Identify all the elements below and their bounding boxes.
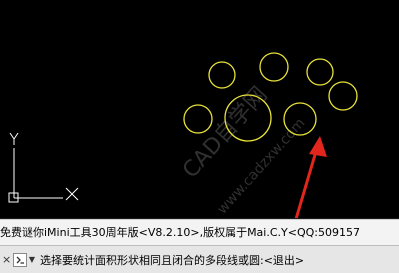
drawing-viewport[interactable]: CAD自学网 www.cadzxw.com bbox=[0, 0, 399, 218]
circle-5[interactable] bbox=[183, 104, 213, 134]
circle-3[interactable] bbox=[306, 58, 334, 86]
circle-4[interactable] bbox=[328, 81, 358, 111]
chevron-down-icon[interactable]: ▼ bbox=[28, 253, 36, 267]
circle-2[interactable] bbox=[259, 52, 289, 82]
circle-1[interactable] bbox=[208, 61, 236, 89]
command-prompt-icon[interactable] bbox=[13, 252, 27, 267]
close-icon[interactable]: × bbox=[2, 252, 11, 268]
command-line[interactable]: × ▼ 选择要统计面积形状相同且闭合的多段线或圆:<退出> bbox=[0, 245, 399, 273]
annotation-arrow bbox=[294, 136, 327, 218]
command-history: 免费谜你iMini工具30周年版<V8.2.10>,版权属于Mai.C.Y<QQ… bbox=[0, 219, 399, 245]
command-history-text: 免费谜你iMini工具30周年版<V8.2.10>,版权属于Mai.C.Y<QQ… bbox=[0, 226, 360, 239]
drawing-canvas[interactable]: CAD自学网 www.cadzxw.com bbox=[0, 0, 399, 218]
ucs-icon bbox=[8, 132, 79, 203]
command-prompt-text: 选择要统计面积形状相同且闭合的多段线或圆:<退出> bbox=[40, 253, 305, 267]
